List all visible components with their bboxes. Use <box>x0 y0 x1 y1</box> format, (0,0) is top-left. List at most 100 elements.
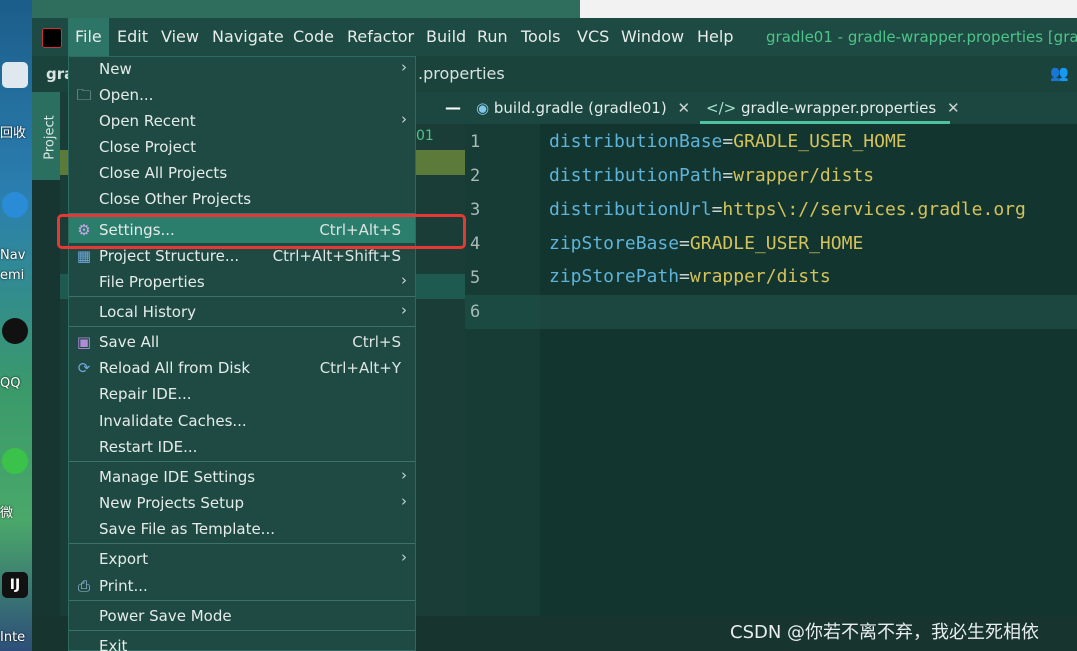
menu-help[interactable]: Help <box>690 18 740 56</box>
menu-item-manage-ide-settings[interactable]: Manage IDE Settings › <box>69 464 415 490</box>
folder-icon: 🗀 <box>76 86 92 104</box>
menu-item-close-all-projects[interactable]: Close All Projects <box>69 160 415 186</box>
menu-item-label: Open... <box>99 86 154 104</box>
menu-item-restart-ide[interactable]: Restart IDE... <box>69 434 415 460</box>
property-key: zipStoreBase <box>549 233 680 254</box>
menu-item-invalidate-caches[interactable]: Invalidate Caches... <box>69 408 415 434</box>
menu-view[interactable]: View <box>154 18 206 56</box>
shortcut-label: Ctrl+Alt+Y <box>319 359 401 377</box>
property-value: https\://services.gradle.org <box>722 199 1026 220</box>
menu-item-label: Manage IDE Settings <box>99 468 256 486</box>
minimize-icon[interactable]: — <box>445 92 461 124</box>
close-icon[interactable]: ✕ <box>677 99 690 117</box>
property-key: zipStorePath <box>549 266 680 287</box>
submenu-arrow-icon: › <box>401 466 407 484</box>
project-tree-fragment: 01 <box>416 128 434 144</box>
tab-gradle-wrapper-properties[interactable]: </> gradle-wrapper.properties ✕ <box>706 92 960 124</box>
menu-item-new[interactable]: New › <box>69 56 415 82</box>
recycle-bin-icon[interactable] <box>2 62 28 88</box>
menu-item-label: Close All Projects <box>99 164 228 182</box>
property-key: distributionPath <box>549 165 723 186</box>
edge-browser-icon[interactable] <box>2 192 28 218</box>
menu-item-file-properties[interactable]: File Properties › <box>69 269 415 295</box>
code-line: distributionPath=wrapper/dists <box>549 165 875 186</box>
menu-item-label: Repair IDE... <box>99 385 192 403</box>
menu-item-repair-ide[interactable]: Repair IDE... <box>69 381 415 407</box>
menu-window[interactable]: Window <box>614 18 691 56</box>
menu-navigate[interactable]: Navigate <box>205 18 291 56</box>
menu-item-close-project[interactable]: Close Project <box>69 134 415 160</box>
menu-file[interactable]: File <box>68 18 109 56</box>
menu-item-label: Restart IDE... <box>99 438 198 456</box>
property-key: distributionUrl <box>549 199 712 220</box>
code-line: distributionBase=GRADLE_USER_HOME <box>549 131 907 152</box>
menu-code[interactable]: Code <box>286 18 341 56</box>
menu-item-print[interactable]: ⎙ Print... <box>69 573 415 599</box>
code-line: zipStorePath=wrapper/dists <box>549 266 831 287</box>
submenu-arrow-icon: › <box>401 110 407 128</box>
menu-item-label: Save File as Template... <box>99 520 275 538</box>
desktop-label-intellij: Inte <box>0 630 26 645</box>
desktop-background: 回收 Nav emi QQ 微 IJ Inte <box>0 0 32 651</box>
menu-item-save-as-template[interactable]: Save File as Template... <box>69 516 415 542</box>
breadcrumb-file[interactable]: .properties <box>418 56 505 92</box>
submenu-arrow-icon: › <box>401 301 407 319</box>
line-number: 1 <box>470 132 481 152</box>
menu-build[interactable]: Build <box>419 18 473 56</box>
annotation-highlight-box <box>57 214 466 249</box>
wechat-icon[interactable] <box>2 448 28 474</box>
line-number: 2 <box>470 166 481 186</box>
menu-separator <box>69 600 415 601</box>
menu-item-open[interactable]: 🗀 Open... <box>69 82 415 108</box>
menu-run[interactable]: Run <box>470 18 515 56</box>
property-key: distributionBase <box>549 131 723 152</box>
desktop-label-recycle: 回收 <box>0 126 27 141</box>
menu-item-label: Reload All from Disk <box>99 359 251 377</box>
menu-edit[interactable]: Edit <box>110 18 155 56</box>
shortcut-label: Ctrl+S <box>352 333 401 351</box>
tab-label: build.gradle (gradle01) <box>493 99 667 117</box>
menu-item-label: New Projects Setup <box>99 494 245 512</box>
code-editor[interactable] <box>540 124 1077 616</box>
menu-item-export[interactable]: Export › <box>69 546 415 572</box>
menu-item-close-other-projects[interactable]: Close Other Projects <box>69 186 415 212</box>
menu-refactor[interactable]: Refactor <box>340 18 421 56</box>
menu-item-save-all[interactable]: ▣ Save All Ctrl+S <box>69 329 415 355</box>
intellij-icon[interactable]: IJ <box>2 572 28 598</box>
submenu-arrow-icon: › <box>401 271 407 289</box>
save-icon: ▣ <box>76 333 92 351</box>
tab-bar-controls: — <box>415 92 465 124</box>
menu-item-label: Exit <box>99 637 128 651</box>
menu-item-open-recent[interactable]: Open Recent › <box>69 108 415 134</box>
submenu-arrow-icon: › <box>401 548 407 566</box>
menu-item-label: Save All <box>99 333 160 351</box>
menu-separator <box>69 296 415 297</box>
line-number: 6 <box>470 302 481 322</box>
menu-separator <box>69 543 415 544</box>
menu-item-label: Print... <box>99 577 148 595</box>
menu-item-exit[interactable]: Exit <box>69 633 415 651</box>
close-icon[interactable]: ✕ <box>947 99 960 117</box>
desktop-label-wechat: 微 <box>0 506 14 521</box>
menu-item-new-projects-setup[interactable]: New Projects Setup › <box>69 490 415 516</box>
menu-separator <box>69 630 415 631</box>
menu-vcs[interactable]: VCS <box>570 18 616 56</box>
menu-item-label: Power Save Mode <box>99 607 232 625</box>
menu-item-label: Close Project <box>99 138 196 156</box>
menu-tools[interactable]: Tools <box>514 18 567 56</box>
user-icon[interactable]: 👥 <box>1050 64 1072 82</box>
tab-build-gradle[interactable]: ◉ build.gradle (gradle01) ✕ <box>476 92 690 124</box>
desktop-label-qq: QQ <box>0 376 21 391</box>
project-tool-label: Project <box>42 115 58 160</box>
line-number: 5 <box>470 268 481 288</box>
watermark: CSDN @你若不离不弃，我必生死相依 <box>730 622 1040 643</box>
project-structure-icon: ▦ <box>76 247 92 265</box>
submenu-arrow-icon: › <box>401 58 407 76</box>
menu-item-local-history[interactable]: Local History › <box>69 299 415 325</box>
menu-separator <box>69 326 415 327</box>
menu-item-reload-all[interactable]: ⟳ Reload All from Disk Ctrl+Alt+Y <box>69 355 415 381</box>
editor-gutter <box>465 124 540 616</box>
desktop-label-emi: emi <box>0 268 25 283</box>
menu-item-power-save-mode[interactable]: Power Save Mode <box>69 603 415 629</box>
qq-icon[interactable] <box>2 318 28 344</box>
